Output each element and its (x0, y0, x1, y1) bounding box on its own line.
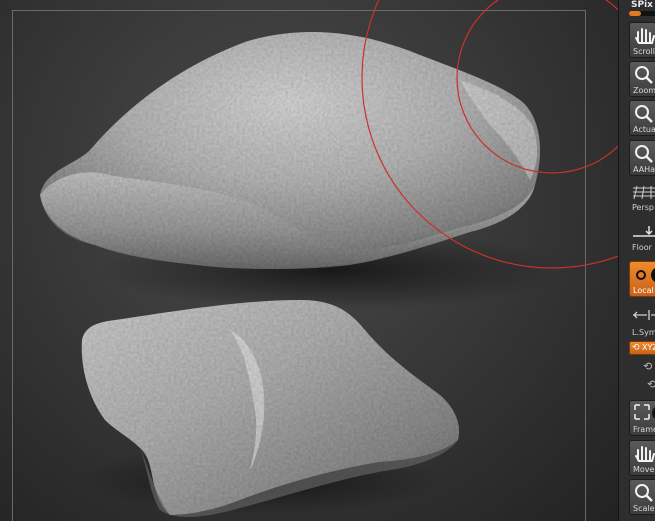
aahalf-button[interactable]: AAHalf (629, 140, 655, 176)
zoom-icon (635, 66, 653, 84)
floor-button[interactable]: Floor (629, 222, 655, 252)
scroll-label: Scroll (633, 47, 655, 56)
local-icon (636, 268, 655, 282)
frame-label: Frame (633, 425, 655, 434)
lsym-label: L.Sym (632, 328, 655, 337)
sculpt-canvas[interactable] (0, 0, 618, 521)
scroll-button[interactable]: Scroll (629, 22, 655, 58)
local-symmetry-icon (633, 310, 655, 320)
document-viewport[interactable] (0, 0, 618, 521)
perspective-icon (633, 185, 655, 200)
lsym-button[interactable]: L.Sym (629, 307, 655, 337)
move-label: Move (633, 465, 655, 474)
actual-button[interactable]: Actual (629, 100, 655, 136)
persp-label: Persp (632, 203, 654, 212)
scale-icon (635, 484, 653, 502)
xyz-label: XYZ (642, 343, 655, 352)
upper-rock-mesh (40, 32, 540, 269)
z-rotate-icon[interactable]: ⟲ (647, 378, 655, 391)
actual-label: Actual (633, 125, 655, 134)
scale-label: Scale (633, 504, 655, 513)
xyz-rotate-icon: ⟲ (632, 343, 640, 353)
spix-slider-fill (629, 11, 641, 16)
floor-icon (633, 226, 655, 237)
persp-button[interactable]: Persp (629, 182, 655, 212)
aahalf-icon (635, 145, 653, 163)
spix-slider[interactable] (629, 11, 655, 16)
y-rotate-icon[interactable]: ⟲ (643, 360, 652, 373)
frame-icon (634, 404, 655, 420)
local-button[interactable]: Local (629, 261, 655, 297)
actual-size-icon (635, 105, 653, 123)
xyz-rotate-button[interactable]: ⟲ XYZ (629, 341, 655, 355)
spix-label: SPix (631, 0, 653, 10)
scale-button[interactable]: Scale (629, 479, 655, 515)
move-button[interactable]: Move (629, 440, 655, 476)
hand-icon (635, 28, 655, 44)
zoom-button[interactable]: Zoom (629, 61, 655, 97)
zoom-label: Zoom (633, 86, 655, 95)
frame-button[interactable]: Frame (629, 400, 655, 436)
local-label: Local (633, 286, 654, 295)
move-icon (635, 446, 655, 462)
floor-label: Floor (632, 243, 652, 252)
right-shelf: SPix Scroll Zoom Actual AAHalf Persp Flo… (618, 0, 655, 521)
aahalf-label: AAHalf (633, 165, 655, 174)
